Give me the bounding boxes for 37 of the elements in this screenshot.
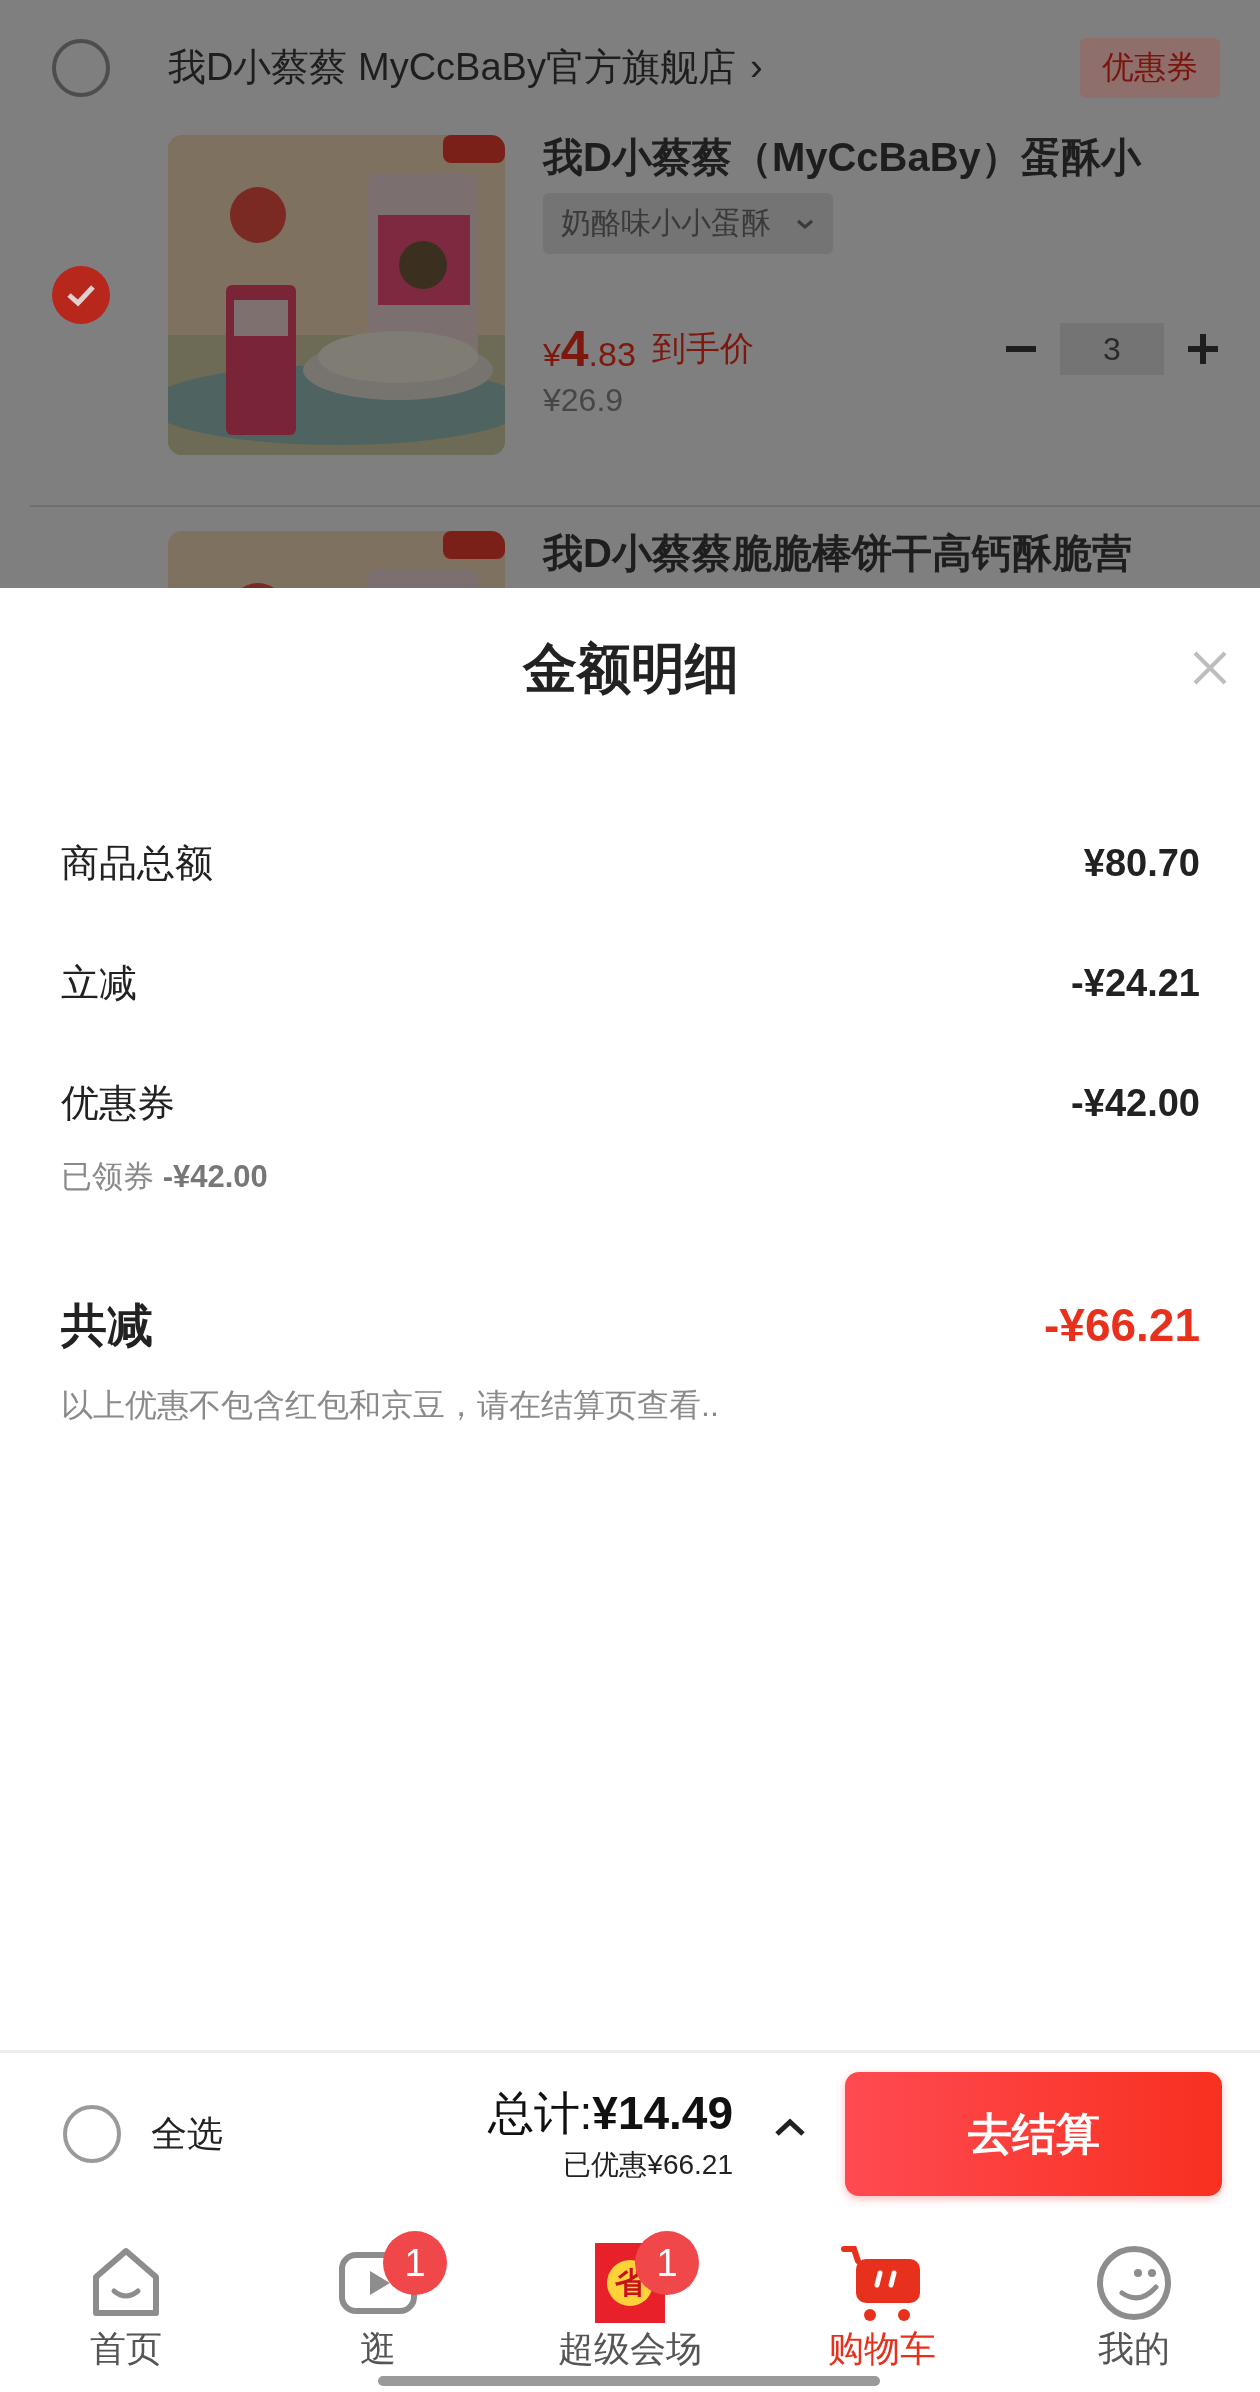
total-label: 共减 xyxy=(61,1298,153,1353)
quantity-field[interactable]: 3 xyxy=(1060,323,1164,375)
price: ¥4.83 xyxy=(543,320,636,378)
disclaimer: 以上优惠不包含红包和京豆，请在结算页查看.. xyxy=(61,1386,720,1425)
checkout-button[interactable]: 去结算 xyxy=(845,2072,1222,2196)
product-title[interactable]: 我D小蔡蔡脆脆棒饼干高钙酥脆营 xyxy=(543,531,1220,575)
row-label: 商品总额 xyxy=(61,841,213,886)
order-total: 总计:¥14.49 xyxy=(487,2086,733,2141)
checkbox[interactable] xyxy=(63,2105,121,2163)
count-badge: 1 xyxy=(383,2231,447,2295)
checkbox[interactable] xyxy=(52,266,110,324)
tab[interactable]: 首页 xyxy=(0,2215,252,2392)
row-amount: -¥24.21 xyxy=(1071,961,1200,1006)
product-title[interactable]: 我D小蔡蔡（MyCcBaBy）蛋酥小 xyxy=(543,135,1220,179)
variant-selector[interactable]: 奶酪味小小蛋酥 xyxy=(543,193,833,254)
row-amount: ¥80.70 xyxy=(1083,841,1200,886)
plus-icon[interactable] xyxy=(1186,332,1220,366)
chevron-icon: › xyxy=(749,46,763,89)
coupon-button[interactable]: 优惠券 xyxy=(1080,37,1220,98)
row-label: 优惠券 xyxy=(61,1081,175,1126)
row-note: 已领券 -¥42.00 xyxy=(61,1158,269,1196)
total-amount: -¥66.21 xyxy=(1044,1298,1200,1353)
row-amount: -¥42.00 xyxy=(1071,1081,1200,1126)
store-name[interactable]: 我D小蔡蔡 MyCcBaBy官方旗舰店 xyxy=(168,42,736,93)
row-label: 立减 xyxy=(61,961,137,1006)
caret-icon xyxy=(795,217,815,230)
original-price: ¥26.9 xyxy=(543,382,625,419)
tab[interactable]: 购物车 xyxy=(756,2215,1008,2392)
smiley-icon xyxy=(1094,2243,1174,2323)
savings-text: 已优惠¥66.21 xyxy=(562,2148,733,2182)
sheet-title: 金额明细 xyxy=(521,637,740,698)
tab[interactable]: 我的 xyxy=(1008,2215,1260,2392)
checkbox[interactable] xyxy=(52,38,110,97)
price-label: 到手价 xyxy=(651,328,754,369)
checkmark-icon xyxy=(66,283,96,307)
select-all-label[interactable]: 全选 xyxy=(151,2109,223,2159)
caret-icon[interactable] xyxy=(773,2116,807,2138)
